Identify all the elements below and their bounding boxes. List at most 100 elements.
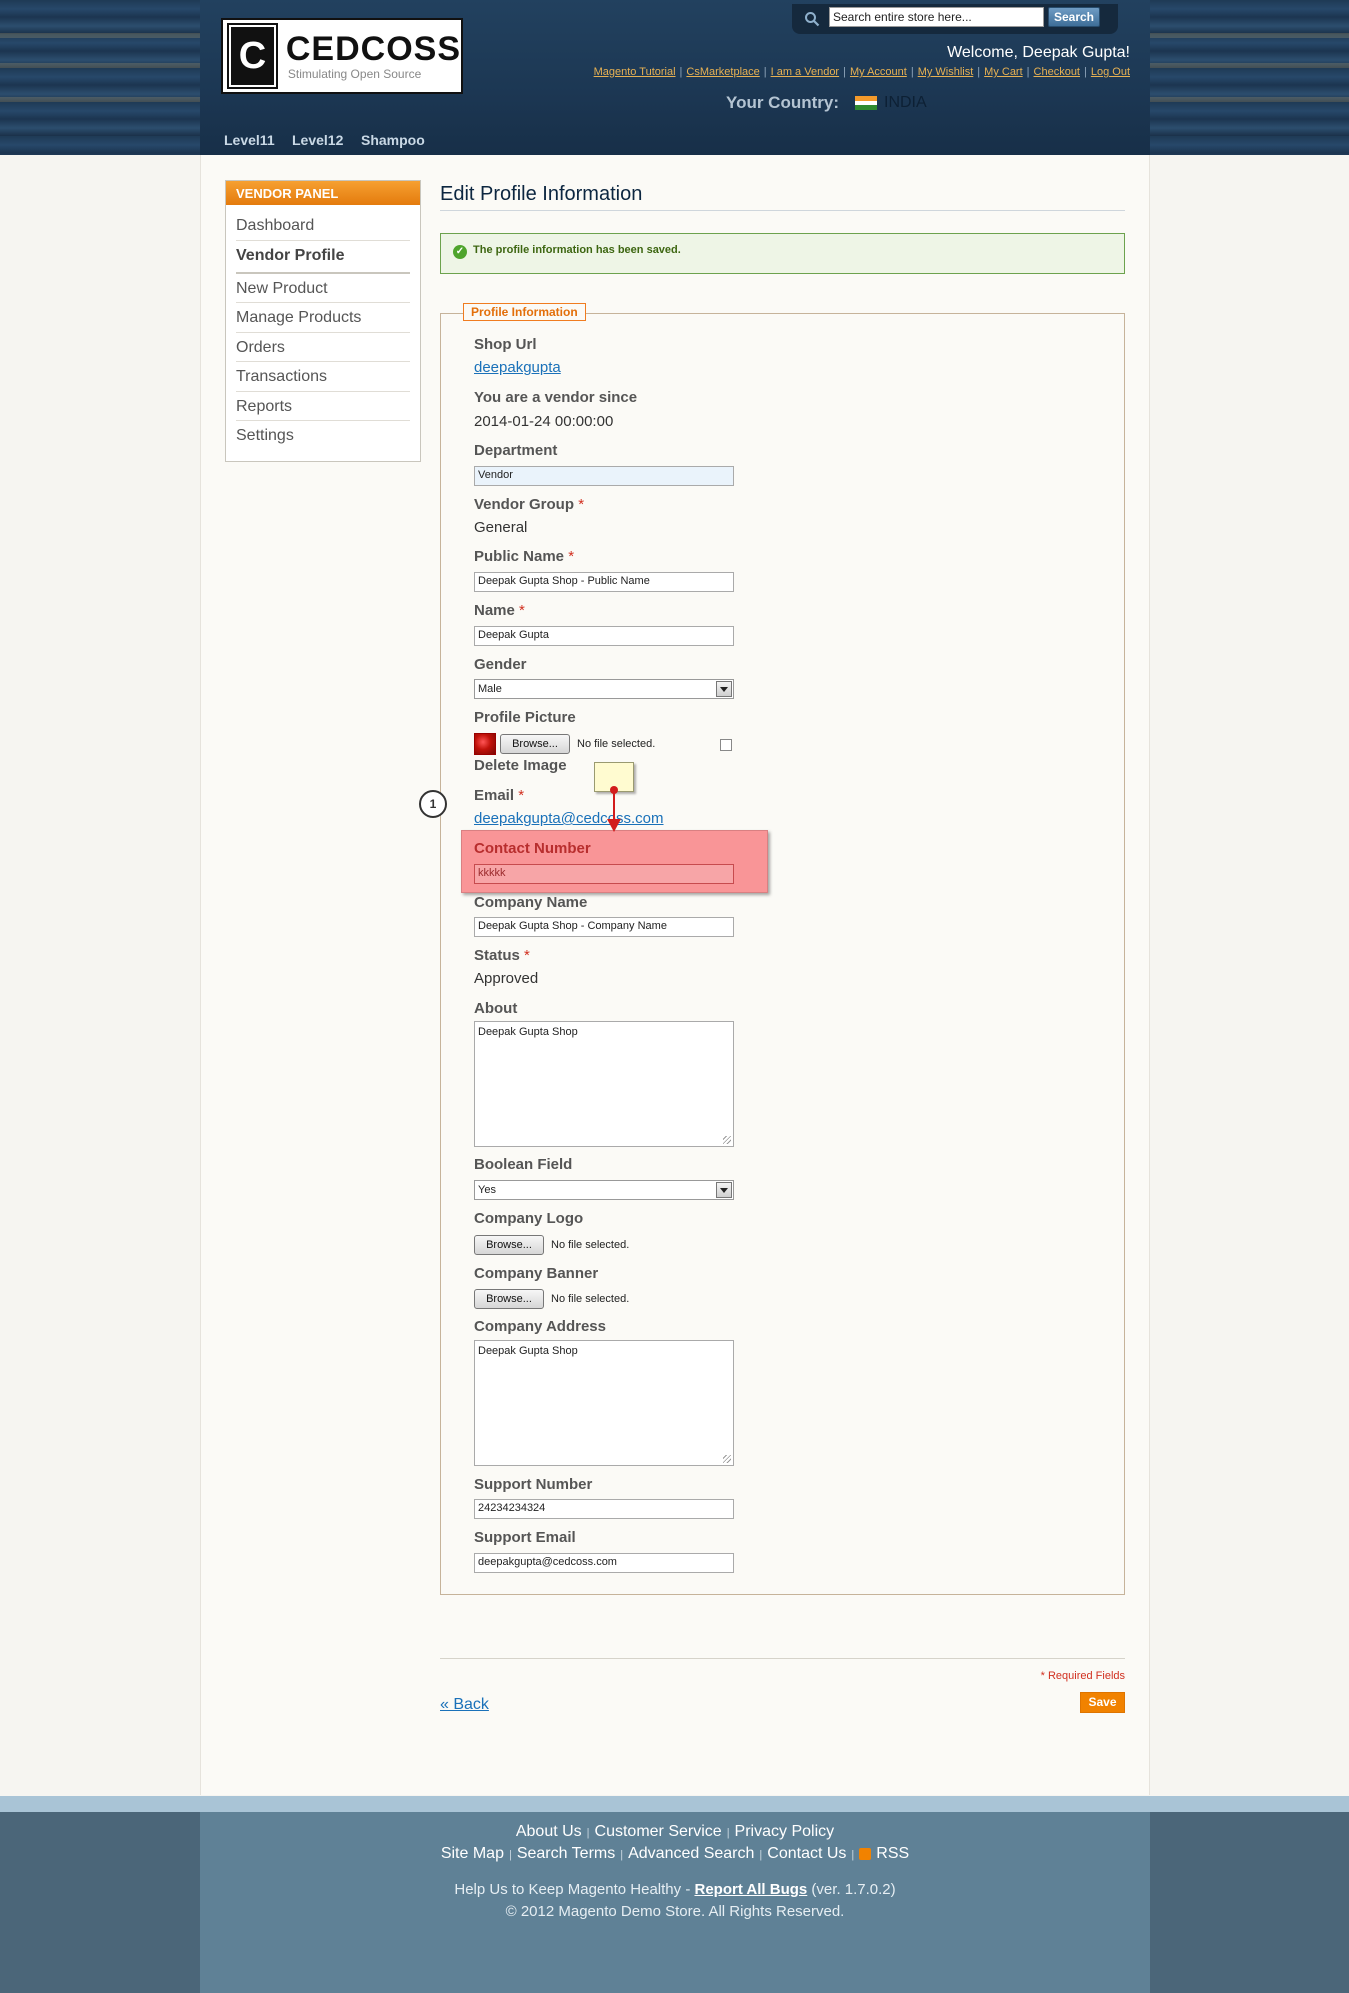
boolean-field-label: Boolean Field bbox=[474, 1156, 573, 1173]
support-number-field[interactable]: 24234234324 bbox=[474, 1499, 734, 1519]
footer-link-contact-us[interactable]: Contact Us bbox=[767, 1845, 846, 1862]
department-field[interactable]: Vendor bbox=[474, 466, 734, 486]
toplink-i-am-a-vendor[interactable]: I am a Vendor bbox=[771, 66, 840, 78]
report-bugs-link[interactable]: Report All Bugs bbox=[694, 1881, 807, 1898]
required-star: * bbox=[578, 496, 585, 513]
profile-picture-file-status: No file selected. bbox=[577, 738, 656, 750]
public-name-label: Public Name * bbox=[474, 548, 574, 565]
actions-divider bbox=[440, 1658, 1125, 1659]
toplink-my-account[interactable]: My Account bbox=[850, 66, 907, 78]
search-icon bbox=[805, 12, 820, 27]
rss-icon[interactable] bbox=[859, 1847, 872, 1860]
sidebar-item-orders[interactable]: Orders bbox=[236, 333, 410, 362]
email-label-text: Email bbox=[474, 787, 515, 804]
public-name-label-text: Public Name bbox=[474, 548, 565, 565]
toplink-my-wishlist[interactable]: My Wishlist bbox=[918, 66, 974, 78]
footer-link-privacy-policy[interactable]: Privacy Policy bbox=[735, 1823, 835, 1840]
footer-link-rss[interactable]: RSS bbox=[876, 1845, 909, 1862]
gender-select[interactable]: Male bbox=[474, 679, 734, 699]
back-link[interactable]: « Back bbox=[440, 1696, 489, 1714]
company-name-field[interactable]: Deepak Gupta Shop - Company Name bbox=[474, 917, 734, 937]
sidebar-title: VENDOR PANEL bbox=[226, 181, 420, 205]
company-banner-browse-button[interactable]: Browse... bbox=[474, 1289, 544, 1309]
about-textarea[interactable]: Deepak Gupta Shop bbox=[474, 1021, 734, 1147]
sidebar-item-dashboard[interactable]: Dashboard bbox=[236, 211, 410, 241]
company-logo-browse-button[interactable]: Browse... bbox=[474, 1235, 544, 1255]
footer-link-advanced-search[interactable]: Advanced Search bbox=[628, 1845, 754, 1862]
boolean-field-select[interactable]: Yes bbox=[474, 1180, 734, 1200]
india-flag-icon[interactable] bbox=[855, 96, 877, 110]
delete-image-label: Delete Image bbox=[474, 757, 567, 774]
logo-name: CEDCOSS bbox=[285, 30, 461, 68]
company-address-textarea[interactable]: Deepak Gupta Shop bbox=[474, 1340, 734, 1466]
toplink-checkout[interactable]: Checkout bbox=[1034, 66, 1080, 78]
footer-link-site-map[interactable]: Site Map bbox=[441, 1845, 504, 1862]
nav-item-level12[interactable]: Level12 bbox=[292, 132, 343, 148]
gender-label: Gender bbox=[474, 656, 527, 673]
save-button[interactable]: Save bbox=[1080, 1692, 1125, 1713]
public-name-field[interactable]: Deepak Gupta Shop - Public Name bbox=[474, 572, 734, 592]
shop-url-label: Shop Url bbox=[474, 336, 537, 353]
required-fields-note: * Required Fields bbox=[1040, 1670, 1125, 1682]
toplink-csmarketplace[interactable]: CsMarketplace bbox=[686, 66, 759, 78]
sidebar-item-manage-products[interactable]: Manage Products bbox=[236, 303, 410, 333]
sidebar-item-vendor-profile[interactable]: Vendor Profile bbox=[236, 241, 410, 274]
sidebar-item-new-product[interactable]: New Product bbox=[236, 274, 410, 303]
nav-item-level11[interactable]: Level11 bbox=[224, 132, 275, 148]
chevron-down-icon[interactable] bbox=[716, 681, 732, 697]
profile-picture-browse-button[interactable]: Browse... bbox=[500, 734, 570, 754]
search-button[interactable]: Search bbox=[1048, 7, 1100, 27]
company-logo-label: Company Logo bbox=[474, 1210, 584, 1227]
footer-copyright: © 2012 Magento Demo Store. All Rights Re… bbox=[505, 1903, 845, 1920]
sidebar-item-transactions[interactable]: Transactions bbox=[236, 362, 410, 392]
delete-image-checkbox[interactable] bbox=[720, 739, 732, 751]
footer-links-row1: About Us | Customer Service | Privacy Policy bbox=[515, 1823, 835, 1840]
company-banner-label: Company Banner bbox=[474, 1265, 599, 1282]
vendor-since-label: You are a vendor since bbox=[474, 389, 638, 406]
company-logo-file-status: No file selected. bbox=[551, 1239, 630, 1251]
company-name-label: Company Name bbox=[474, 894, 588, 911]
company-banner-file-status: No file selected. bbox=[551, 1293, 630, 1305]
search-box: Search bbox=[792, 4, 1118, 34]
site-logo[interactable]: C CEDCOSS Stimulating Open Source bbox=[221, 18, 463, 94]
vendor-group-value: General bbox=[474, 519, 528, 536]
support-number-label: Support Number bbox=[474, 1476, 593, 1493]
footer-help-version: (ver. 1.7.0.2) bbox=[807, 1881, 896, 1898]
name-field[interactable]: Deepak Gupta bbox=[474, 626, 734, 646]
category-nav: Level11 Level12 Shampoo bbox=[200, 126, 1150, 155]
success-message: ✓ The profile information has been saved… bbox=[440, 233, 1125, 274]
required-star: * bbox=[518, 787, 525, 804]
footer-link-search-terms[interactable]: Search Terms bbox=[517, 1845, 615, 1862]
chevron-down-icon[interactable] bbox=[716, 1182, 732, 1198]
vendor-panel-sidebar: VENDOR PANEL Dashboard Vendor Profile Ne… bbox=[225, 180, 421, 462]
logo-mark: C bbox=[227, 23, 278, 89]
status-label-text: Status bbox=[474, 947, 520, 964]
search-input[interactable] bbox=[829, 7, 1044, 27]
profile-picture-label: Profile Picture bbox=[474, 709, 576, 726]
shop-url-link[interactable]: deepakgupta bbox=[474, 359, 561, 376]
toplink-log-out[interactable]: Log Out bbox=[1091, 66, 1130, 78]
email-link[interactable]: deepakgupta@cedcoss.com bbox=[474, 810, 664, 827]
contact-number-field[interactable]: kkkkk bbox=[474, 864, 734, 884]
support-email-field[interactable]: deepakgupta@cedcoss.com bbox=[474, 1553, 734, 1573]
welcome-message: Welcome, Deepak Gupta! bbox=[947, 44, 1130, 61]
resize-grip-icon[interactable] bbox=[723, 1455, 731, 1463]
footer-help-note: Help Us to Keep Magento Healthy - Report… bbox=[200, 1881, 1150, 1898]
footer-help-prefix: Help Us to Keep Magento Healthy - bbox=[454, 1881, 695, 1898]
about-textarea-value: Deepak Gupta Shop bbox=[478, 1026, 578, 1038]
country-name[interactable]: INDIA bbox=[884, 94, 927, 112]
required-star: * bbox=[519, 602, 525, 619]
nav-item-shampoo[interactable]: Shampoo bbox=[361, 132, 425, 148]
sidebar-item-reports[interactable]: Reports bbox=[236, 392, 410, 421]
boolean-field-select-value: Yes bbox=[478, 1184, 496, 1196]
toplink-magento-tutorial[interactable]: Magento Tutorial bbox=[594, 66, 676, 78]
toplink-my-cart[interactable]: My Cart bbox=[984, 66, 1023, 78]
footer-link-customer-service[interactable]: Customer Service bbox=[595, 1823, 722, 1840]
footer-link-about-us[interactable]: About Us bbox=[516, 1823, 582, 1840]
company-address-label: Company Address bbox=[474, 1318, 606, 1335]
department-label: Department bbox=[474, 442, 558, 459]
resize-grip-icon[interactable] bbox=[723, 1136, 731, 1144]
sidebar-item-settings[interactable]: Settings bbox=[236, 421, 410, 451]
top-links: Magento Tutorial | CsMarketplace | I am a Ve… bbox=[593, 66, 1130, 78]
fieldset-legend: Profile Information bbox=[463, 303, 586, 321]
